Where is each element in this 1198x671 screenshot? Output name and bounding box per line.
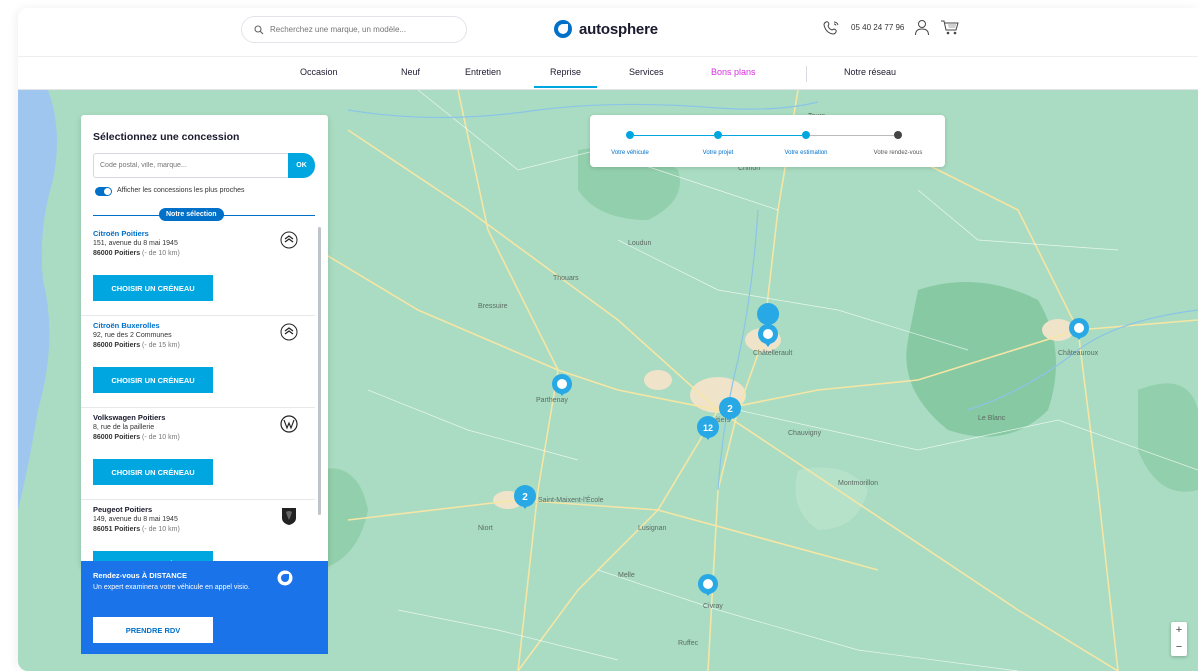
cart-icon[interactable] bbox=[940, 19, 960, 36]
map-place-label: Châtellerault bbox=[753, 350, 792, 357]
volkswagen-logo-icon bbox=[278, 413, 300, 435]
step-label-estimation: Votre estimation bbox=[784, 150, 828, 156]
map-place-label: Melle bbox=[618, 572, 635, 579]
cluster-count: 12 bbox=[703, 423, 713, 433]
remote-title: Rendez-vous À DISTANCE bbox=[93, 571, 188, 580]
step-connector bbox=[722, 135, 802, 136]
nav-item-occasion[interactable]: Occasion bbox=[300, 67, 338, 77]
nav-item-reprise[interactable]: Reprise bbox=[533, 67, 598, 88]
take-appointment-button[interactable]: PRENDRE RDV bbox=[93, 617, 213, 643]
map-place-label: Parthenay bbox=[536, 397, 568, 404]
map-place-label: Châteauroux bbox=[1058, 350, 1099, 357]
map-place-label: Civray bbox=[703, 603, 723, 610]
map-place-label: Chauvigny bbox=[788, 430, 822, 437]
citroen-logo-icon bbox=[278, 229, 300, 251]
nav-item-neuf[interactable]: Neuf bbox=[401, 67, 420, 77]
browser-frame: autosphere 05 40 24 77 96 Occasion Neuf … bbox=[18, 8, 1198, 671]
choose-slot-button[interactable]: CHOISIR UN CRÉNEAU bbox=[93, 275, 213, 301]
nav-divider bbox=[806, 66, 807, 82]
cluster-count: 2 bbox=[522, 492, 528, 503]
dealer-selection-panel: Sélectionnez une concession OK Afficher … bbox=[81, 115, 328, 565]
selection-badge: Notre sélection bbox=[159, 208, 224, 221]
step-connector bbox=[810, 135, 894, 136]
dealer-city: 86000 Poitiers bbox=[93, 249, 141, 257]
urban-area bbox=[644, 370, 672, 390]
cluster-count: 2 bbox=[727, 404, 733, 415]
step-done-dot bbox=[802, 131, 810, 139]
map-marker[interactable] bbox=[1069, 318, 1089, 340]
nearest-dealers-label: Afficher les concessions les plus proche… bbox=[117, 187, 245, 194]
remote-appointment-box: Rendez-vous À DISTANCE Un expert examine… bbox=[81, 561, 328, 654]
forest-area bbox=[906, 282, 1056, 437]
step-current-dot bbox=[894, 131, 902, 139]
top-header: autosphere 05 40 24 77 96 bbox=[18, 8, 1198, 56]
map-place-label: Ruffec bbox=[678, 640, 699, 647]
dealer-item[interactable]: Citroën Poitiers 151, avenue du 8 mai 19… bbox=[93, 229, 315, 319]
panel-title: Sélectionnez une concession bbox=[93, 131, 240, 143]
map-place-label: Montmorillon bbox=[838, 480, 878, 487]
nav-item-services[interactable]: Services bbox=[629, 67, 664, 77]
dealer-item[interactable]: Peugeot Poitiers 149, avenue du 8 mai 19… bbox=[93, 505, 315, 565]
panel-scrollbar[interactable] bbox=[318, 227, 321, 515]
dealer-city: 86051 Poitiers bbox=[93, 525, 141, 533]
autosphere-logo-icon bbox=[277, 570, 293, 586]
choose-slot-button[interactable]: CHOISIR UN CRÉNEAU bbox=[93, 459, 213, 485]
zoom-in-button[interactable]: + bbox=[1171, 622, 1187, 639]
peugeot-logo-icon bbox=[278, 505, 300, 527]
autosphere-logo-icon bbox=[554, 20, 572, 38]
step-label-projet: Votre projet bbox=[702, 150, 734, 156]
dealer-distance: (- de 10 km) bbox=[142, 433, 180, 441]
main-nav: Occasion Neuf Entretien Reprise Services… bbox=[18, 56, 1198, 90]
dealer-divider bbox=[81, 407, 315, 408]
dealer-distance: (- de 15 km) bbox=[142, 341, 180, 349]
remote-description: Un expert examinera votre véhicule en ap… bbox=[93, 584, 250, 591]
dealer-divider bbox=[81, 315, 315, 316]
step-label-vehicule: Votre véhicule bbox=[611, 150, 649, 156]
nav-item-notre-reseau[interactable]: Notre réseau bbox=[844, 67, 896, 77]
dealer-distance: (- de 10 km) bbox=[142, 249, 180, 257]
step-done-dot bbox=[626, 131, 634, 139]
dealer-search-input[interactable] bbox=[93, 153, 289, 178]
map-zoom-control: + − bbox=[1171, 622, 1187, 656]
map-place-label: Saint-Maixent-l'École bbox=[538, 495, 604, 504]
map-place-label: Niort bbox=[478, 525, 493, 532]
dealer-divider bbox=[81, 499, 315, 500]
header-actions: 05 40 24 77 96 bbox=[823, 19, 960, 36]
site-search-input[interactable] bbox=[270, 25, 450, 34]
forest-area bbox=[795, 467, 868, 530]
dealer-city: 86000 Poitiers bbox=[93, 341, 141, 349]
map-marker[interactable] bbox=[698, 574, 718, 596]
phone-number[interactable]: 05 40 24 77 96 bbox=[851, 23, 904, 32]
site-search[interactable] bbox=[241, 16, 467, 43]
nearest-dealers-toggle[interactable] bbox=[95, 187, 112, 196]
dealer-city: 86000 Poitiers bbox=[93, 433, 141, 441]
step-label-rendez-vous: Votre rendez-vous bbox=[873, 150, 923, 156]
search-icon bbox=[254, 24, 264, 34]
citroen-logo-icon bbox=[278, 321, 300, 343]
phone-icon[interactable] bbox=[823, 20, 841, 36]
dealer-item[interactable]: Volkswagen Poitiers 8, rue de la pailler… bbox=[93, 413, 315, 501]
map-cluster-marker[interactable]: 12 bbox=[697, 416, 719, 440]
nav-item-entretien[interactable]: Entretien bbox=[465, 67, 501, 77]
map-place-label: Bressuire bbox=[478, 303, 508, 310]
zoom-out-button[interactable]: − bbox=[1171, 639, 1187, 656]
map-place-label: Lusignan bbox=[638, 525, 667, 532]
step-connector bbox=[634, 135, 714, 136]
dealer-item[interactable]: Citroën Buxerolles 92, rue des 2 Commune… bbox=[93, 321, 315, 409]
choose-slot-button[interactable]: CHOISIR UN CRÉNEAU bbox=[93, 367, 213, 393]
map-place-label: Le Blanc bbox=[978, 415, 1006, 422]
logo-text: autosphere bbox=[579, 20, 658, 38]
progress-stepper: Votre véhicule Votre projet Votre estima… bbox=[590, 115, 945, 167]
nav-item-bons-plans[interactable]: Bons plans bbox=[711, 67, 756, 77]
urban-area bbox=[1042, 319, 1074, 341]
step-done-dot bbox=[714, 131, 722, 139]
dealer-distance: (- de 10 km) bbox=[142, 525, 180, 533]
dealer-search-ok-button[interactable]: OK bbox=[288, 153, 315, 178]
ocean-area bbox=[18, 90, 57, 510]
map-place-label: Loudun bbox=[628, 240, 651, 247]
site-logo[interactable]: autosphere bbox=[553, 19, 658, 39]
user-account-icon[interactable] bbox=[914, 19, 930, 36]
map-place-label: Thouars bbox=[553, 275, 579, 282]
forest-area bbox=[1138, 383, 1198, 492]
